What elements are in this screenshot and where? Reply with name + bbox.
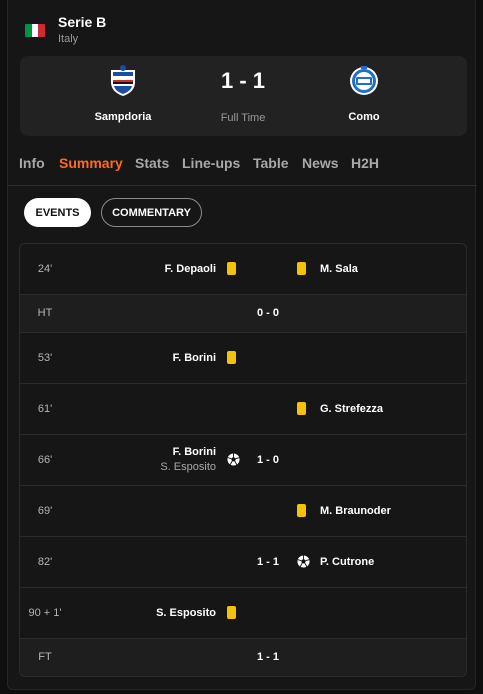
- event-minute: 53': [37, 352, 53, 364]
- event-row: 90 + 1' S. Esposito: [20, 588, 466, 639]
- goal-ball-icon: [297, 555, 310, 568]
- goal-assist[interactable]: S. Esposito: [160, 461, 216, 473]
- event-row: 24' F. Depaoli M. Sala: [20, 244, 466, 295]
- tab-info[interactable]: Info: [19, 155, 45, 171]
- italy-flag-icon: [25, 24, 45, 37]
- event-minute: 90 + 1': [28, 607, 62, 619]
- home-team[interactable]: Sampdoria: [63, 64, 183, 123]
- event-row: 53' F. Borini: [20, 333, 466, 384]
- tab-h2h[interactable]: H2H: [351, 155, 379, 171]
- away-player[interactable]: G. Strefezza: [320, 403, 383, 415]
- away-player[interactable]: M. Sala: [320, 263, 358, 275]
- yellow-card-icon: [297, 262, 306, 275]
- yellow-card-icon: [297, 402, 306, 415]
- scoreboard: Sampdoria 1 - 1 Full Time Como: [20, 56, 467, 136]
- match-panel: Serie B Italy Sampdoria 1 - 1 Full Time: [7, 0, 477, 690]
- tabs-divider: [8, 185, 477, 186]
- event-row-halftime: HT 0 - 0: [20, 295, 466, 333]
- home-player[interactable]: F. Depaoli: [165, 263, 216, 275]
- event-minute: 69': [37, 505, 53, 517]
- event-minute: HT: [37, 307, 53, 319]
- event-row: 69' M. Braunoder: [20, 486, 466, 537]
- running-score: 1 - 1: [256, 556, 279, 568]
- home-player[interactable]: S. Esposito: [156, 607, 216, 619]
- tab-table[interactable]: Table: [253, 155, 289, 171]
- yellow-card-icon: [227, 351, 236, 364]
- event-minute: 61': [37, 403, 53, 415]
- home-player[interactable]: F. Borini: [173, 352, 216, 364]
- fulltime-score: 1 - 1: [256, 651, 279, 663]
- running-score: 1 - 0: [256, 454, 279, 466]
- commentary-filter-button[interactable]: COMMENTARY: [101, 198, 202, 227]
- como-crest-icon: [350, 66, 378, 95]
- tab-line-ups[interactable]: Line-ups: [182, 155, 240, 171]
- event-row-goal: 66' F. Borini S. Esposito 1 - 0: [20, 435, 466, 486]
- event-row-fulltime: FT 1 - 1: [20, 639, 466, 676]
- goal-ball-icon: [227, 453, 240, 466]
- events-list: 24' F. Depaoli M. Sala HT 0 - 0 53' F. B…: [19, 243, 467, 677]
- match-score: 1 - 1: [220, 68, 266, 93]
- match-status: Full Time: [220, 112, 266, 124]
- event-minute: FT: [38, 651, 52, 663]
- league-name: Serie B: [58, 14, 107, 30]
- halftime-score: 0 - 0: [256, 307, 279, 319]
- yellow-card-icon: [227, 606, 236, 619]
- home-team-name: Sampdoria: [94, 111, 152, 123]
- yellow-card-icon: [227, 262, 236, 275]
- tab-stats[interactable]: Stats: [135, 155, 169, 171]
- event-minute: 66': [37, 454, 53, 466]
- tab-news[interactable]: News: [302, 155, 339, 171]
- yellow-card-icon: [297, 504, 306, 517]
- goal-scorer[interactable]: P. Cutrone: [320, 556, 374, 568]
- tab-summary[interactable]: Summary: [59, 155, 123, 171]
- event-row: 61' G. Strefezza: [20, 384, 466, 435]
- away-player[interactable]: M. Braunoder: [320, 505, 391, 517]
- league-country: Italy: [58, 33, 79, 45]
- away-team[interactable]: Como: [304, 64, 424, 123]
- event-minute: 24': [37, 263, 53, 275]
- sampdoria-crest-icon: [111, 65, 135, 96]
- goal-scorer[interactable]: F. Borini: [173, 446, 216, 458]
- event-row-goal: 82' 1 - 1 P. Cutrone: [20, 537, 466, 588]
- away-team-name: Como: [348, 111, 380, 123]
- event-minute: 82': [37, 556, 53, 568]
- events-filter-button[interactable]: EVENTS: [24, 198, 91, 227]
